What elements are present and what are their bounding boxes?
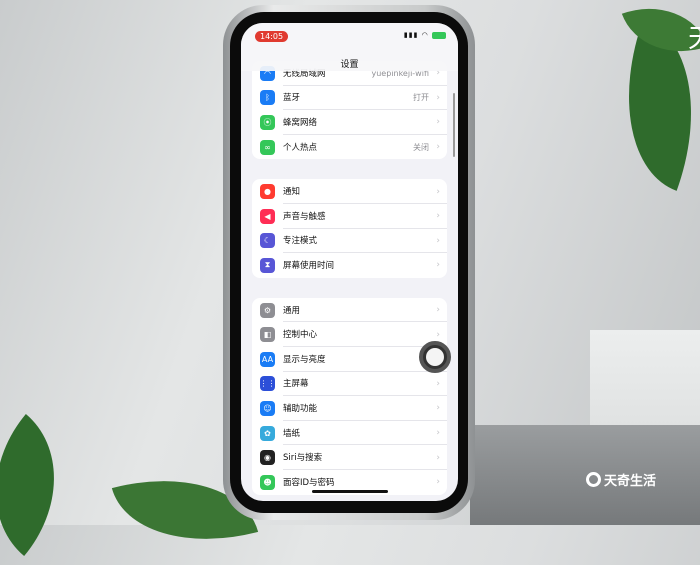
settings-row[interactable]: ᛒ 蓝牙 打开 › [252, 86, 447, 111]
hourglass-icon: ⧗ [260, 257, 275, 273]
settings-row[interactable]: AA显示与亮度› [252, 347, 447, 372]
settings-row[interactable]: ◉ Siri与搜索 › [252, 445, 447, 470]
settings-list: ◠ 无线局域网 yuepinkeji-wifi › ᛒ 蓝牙 打开 › ⦿ 蜂窝网络 › ∞ 个人热点关… [252, 61, 447, 501]
settings-row[interactable]: ● 通知 › [252, 179, 447, 204]
status-icons: ▮▮▮ ◠ [404, 31, 446, 39]
chevron-right-icon: › [436, 142, 440, 153]
chevron-right-icon: › [436, 329, 440, 340]
status-time: 14:05 [255, 31, 289, 42]
assistive-touch-button[interactable] [419, 341, 451, 373]
settings-group: ● 通知 › ◀ 声音与触感 › ☾ 专注模式 › ⧗ 屏幕使用时间 › [252, 179, 447, 278]
settings-row[interactable]: ◀ 声音与触感 › [252, 204, 447, 229]
chevron-right-icon: › [436, 211, 440, 222]
chevron-right-icon: › [436, 117, 440, 128]
antenna-icon: ⦿ [260, 114, 275, 130]
chevron-right-icon: › [436, 452, 440, 463]
chevron-right-icon: › [436, 186, 440, 197]
chevron-right-icon: › [436, 92, 440, 103]
watermark-text: 天奇生活 [604, 474, 657, 489]
face-id-icon: ☻ [260, 474, 275, 490]
settings-row[interactable]: ⚙ 通用 › [252, 298, 447, 323]
wifi-icon: ◠ [421, 31, 429, 39]
settings-row-value: 打开 [413, 93, 429, 103]
settings-row[interactable]: ∞ 个人热点 关闭 › [252, 135, 447, 160]
chevron-right-icon: › [436, 260, 440, 271]
bell-icon: ● [260, 184, 275, 200]
page-title: 设置 [340, 60, 359, 70]
accessibility-icon: ☺ [260, 400, 275, 416]
settings-row-label: 辅助功能 [283, 396, 447, 421]
gear-icon: ⚙ [260, 302, 275, 318]
background-ledge [470, 425, 700, 525]
chevron-right-icon: › [436, 235, 440, 246]
battery-charging-icon [432, 31, 446, 39]
siri-icon: ◉ [260, 450, 275, 466]
settings-row-label: 墙纸 [283, 421, 447, 446]
toggles-icon: ◧ [260, 327, 275, 343]
chevron-right-icon: › [436, 477, 440, 488]
settings-row[interactable]: ⦿ 蜂窝网络 › [252, 110, 447, 135]
moon-icon: ☾ [260, 233, 275, 249]
settings-row-label: 通知 [283, 179, 447, 204]
watermark-logo: 天奇生活 [586, 470, 656, 489]
settings-group: ⚙通用›◧控制中心›AA显示与亮度›⋮⋮主屏幕›☺辅助功能›✿墙纸›◉Siri与… [252, 297, 447, 495]
settings-row[interactable]: ⋮⋮ 主屏幕 › [252, 372, 447, 397]
chevron-right-icon: › [436, 378, 440, 389]
corner-text: 天 [688, 18, 700, 55]
settings-row[interactable]: ✿ 墙纸 › [252, 421, 447, 446]
settings-row[interactable]: ☾ 专注模式 › [252, 229, 447, 254]
chevron-right-icon: › [436, 403, 440, 414]
settings-row-label: 屏幕使用时间 [283, 261, 335, 272]
settings-row[interactable]: ⧗ 屏幕使用时间 › [252, 253, 447, 278]
settings-row[interactable]: ◧ 控制中心 › [252, 322, 447, 347]
chevron-right-icon: › [436, 428, 440, 439]
settings-row-label: 主屏幕 [283, 372, 447, 397]
speaker-icon: ◀ [260, 208, 275, 224]
settings-row[interactable]: ☺ 辅助功能 › [252, 396, 447, 421]
grid-icon: ⋮⋮ [260, 376, 276, 392]
text-size-icon: AA [260, 351, 275, 367]
phone-frame: 14:05 ▮▮▮ ◠ 设置 ◠ 无线局域网 yuepinkeji-wifi › ᛒ 蓝牙… [223, 5, 475, 520]
settings-row-value: 关闭 [413, 142, 429, 152]
settings-row-label: Siri与搜索 [283, 445, 447, 470]
settings-row-label: 蜂窝网络 [283, 110, 447, 135]
logo-icon [586, 472, 601, 487]
signal-icon: ▮▮▮ [403, 31, 419, 39]
bluetooth-icon: ᛒ [260, 90, 275, 106]
hotspot-icon: ∞ [260, 139, 275, 155]
flower-icon: ✿ [260, 425, 275, 441]
plant-leaf [0, 413, 95, 557]
settings-row-label: 控制中心 [283, 322, 447, 347]
settings-row-label: 通用 [283, 298, 447, 323]
chevron-right-icon: › [436, 305, 440, 316]
settings-row-label: 专注模式 [283, 229, 447, 254]
settings-row-label: 声音与触感 [283, 204, 447, 229]
settings-group: ◠ 无线局域网 yuepinkeji-wifi › ᛒ 蓝牙 打开 › ⦿ 蜂窝网络 › ∞ 个人热点关… [252, 61, 447, 160]
scrollbar[interactable] [453, 93, 455, 157]
home-indicator[interactable] [311, 490, 388, 493]
settings-screen: 14:05 ▮▮▮ ◠ 设置 ◠ 无线局域网 yuepinkeji-wifi › ᛒ 蓝牙… [241, 23, 458, 501]
status-bar: 14:05 ▮▮▮ ◠ [241, 23, 458, 47]
